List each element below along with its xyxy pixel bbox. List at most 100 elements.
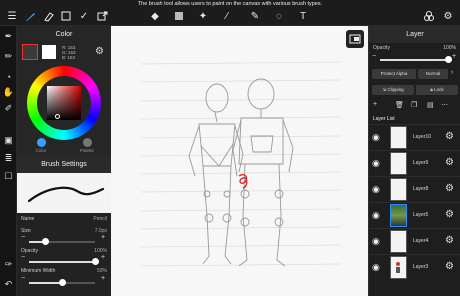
blend-mode-select[interactable]: Normal (418, 69, 448, 79)
layer-list-title: Layer List (373, 116, 395, 122)
layer-opacity-slider[interactable] (380, 56, 452, 63)
layer-name: Layer5 (413, 212, 429, 218)
hue-wheel[interactable] (27, 66, 101, 140)
brush-settings-title: Brush Settings (17, 156, 111, 173)
minwidth-minus-icon[interactable]: − (21, 275, 25, 282)
delete-layer-icon[interactable]: 🗑︎ (395, 101, 404, 109)
lock-button[interactable]: 🔒︎ Lock (416, 85, 458, 95)
layers-3d-icon[interactable] (422, 9, 436, 23)
layer-opacity-plus-icon[interactable]: + (452, 53, 456, 60)
visibility-eye-icon[interactable]: ◉ (372, 236, 380, 247)
menu-icon[interactable]: ☰ (5, 9, 19, 23)
layer-name: Layer4 (413, 238, 429, 244)
brush-minwidth-slider[interactable] (29, 279, 95, 286)
brush-minwidth-value: 50% (96, 268, 107, 274)
layer-menu-icon[interactable]: ⋯ (441, 101, 448, 109)
brush-name-value: Pencil (93, 216, 107, 222)
layer-settings-gear-icon[interactable]: ⚙ (445, 157, 454, 168)
layer-thumbnail (390, 256, 407, 279)
size-minus-icon[interactable]: − (21, 234, 25, 241)
layer-name: Layer8 (413, 186, 429, 192)
layer-panel: Layer Opacity 100% − + Protect Alpha Nor… (368, 26, 460, 296)
layer-settings-gear-icon[interactable]: ⚙ (445, 183, 454, 194)
layer-panel-title: Layer (369, 26, 460, 43)
minwidth-plus-icon[interactable]: + (101, 275, 105, 282)
blur-icon[interactable]: ✦ (196, 9, 210, 23)
layer-thumbnail (390, 204, 407, 227)
tab-palette[interactable]: Palette (67, 138, 107, 153)
app-window: The brush tool allows users to paint on … (0, 0, 460, 296)
drawing-canvas[interactable] (111, 26, 368, 296)
opacity-minus-icon[interactable]: − (21, 254, 25, 261)
rotate-tool-icon[interactable]: ◔ (2, 70, 15, 83)
layer-opacity-minus-icon[interactable]: − (372, 53, 376, 60)
material-icon[interactable]: ☐ (2, 170, 15, 183)
brush-icon[interactable] (23, 9, 37, 23)
layer-settings-gear-icon[interactable]: ⚙ (445, 209, 454, 220)
rectangle-select-icon[interactable] (59, 9, 73, 23)
hand-tool-icon[interactable]: ✋ (2, 86, 15, 99)
layer-row[interactable]: ◉ Layer5 ⚙ (369, 202, 460, 227)
brush-minwidth-label: Minimum Width (21, 268, 56, 274)
tooltip-text: The brush tool allows users to paint on … (137, 1, 323, 7)
eraser-icon[interactable] (41, 9, 55, 23)
gradient-icon[interactable] (172, 9, 186, 23)
visibility-eye-icon[interactable]: ◉ (372, 210, 380, 221)
layer-row[interactable]: ◉ Layer9 ⚙ (369, 150, 460, 175)
color-panel-icon[interactable]: ▣ (2, 134, 15, 147)
visibility-eye-icon[interactable]: ◉ (372, 184, 380, 195)
size-plus-icon[interactable]: + (101, 234, 105, 241)
brush-size-slider[interactable] (29, 238, 95, 245)
checkmark-icon[interactable]: ✓ (77, 9, 91, 23)
protect-alpha-button[interactable]: Protect Alpha (372, 69, 416, 79)
layer-opacity-label: Opacity (373, 45, 390, 51)
layer-opacity-value: 100% (443, 45, 456, 51)
canvas-view-icon (349, 34, 361, 44)
brush-stroke-preview (17, 173, 111, 213)
tab-color[interactable]: Color (21, 138, 61, 153)
eyedropper-icon[interactable]: ✑ (2, 258, 15, 271)
visibility-eye-icon[interactable]: ◉ (372, 158, 380, 169)
layer-thumbnail (390, 152, 407, 175)
transform-icon[interactable] (95, 9, 109, 23)
blend-mode-chevron-icon[interactable]: › (451, 69, 453, 76)
fill-bucket-icon[interactable]: ◆ (148, 9, 162, 23)
color-cursor[interactable] (55, 114, 60, 119)
add-layer-icon[interactable]: + (373, 101, 377, 108)
brush-name-label: Name (21, 216, 35, 222)
visibility-eye-icon[interactable]: ◉ (372, 262, 380, 273)
pen-tool-icon[interactable]: ✒ (2, 30, 15, 43)
saturation-value-square[interactable] (47, 86, 81, 120)
color-picker-icon[interactable]: ✎ (248, 9, 262, 23)
layer-settings-gear-icon[interactable]: ⚙ (445, 131, 454, 142)
secondary-color-swatch[interactable] (42, 45, 56, 59)
color-settings-gear-icon[interactable]: ⚙ (95, 46, 104, 57)
layer-thumbnail (390, 126, 407, 149)
layer-row[interactable]: ◉ Layer8 ⚙ (369, 176, 460, 201)
tool-strip: ✒ ✏ ◔ ✋ ✐ ▣ ≣ ☐ ✑ ↶ (0, 26, 17, 296)
primary-color-swatch[interactable] (22, 44, 38, 60)
eyedropper-tool-icon[interactable]: ✐ (2, 102, 15, 115)
undo-icon[interactable]: ↶ (2, 278, 15, 291)
layer-name: Layer10 (413, 134, 432, 140)
visibility-eye-icon[interactable]: ◉ (372, 132, 380, 143)
copy-layer-icon[interactable]: ❐ (411, 101, 417, 109)
layer-row[interactable]: ◉ Layer4 ⚙ (369, 228, 460, 253)
layer-row[interactable]: ◉ Layer10 ⚙ (369, 124, 460, 149)
layer-settings-gear-icon[interactable]: ⚙ (445, 235, 454, 246)
layer-folder-icon[interactable]: ▤ (427, 101, 434, 109)
canvas-view-button[interactable] (346, 30, 364, 48)
layer-thumbnail (390, 178, 407, 201)
layer-settings-gear-icon[interactable]: ⚙ (445, 261, 454, 272)
magic-wand-icon[interactable]: ⁄ (220, 9, 234, 23)
lasso-icon[interactable]: ◌ (272, 9, 286, 23)
clipping-button[interactable]: ⇲ Clipping (372, 85, 414, 95)
brush-opacity-slider[interactable] (29, 258, 99, 265)
opacity-plus-icon[interactable]: + (101, 254, 105, 261)
settings-icon[interactable]: ⚙ (441, 9, 455, 23)
layer-row[interactable]: ◉ Layer3 ⚙ (369, 254, 460, 279)
layer-name: Layer3 (413, 264, 429, 270)
text-icon[interactable]: T (296, 9, 310, 23)
brush-panel-icon[interactable]: ≣ (2, 152, 15, 165)
pencil-tool-icon[interactable]: ✏ (2, 50, 15, 63)
